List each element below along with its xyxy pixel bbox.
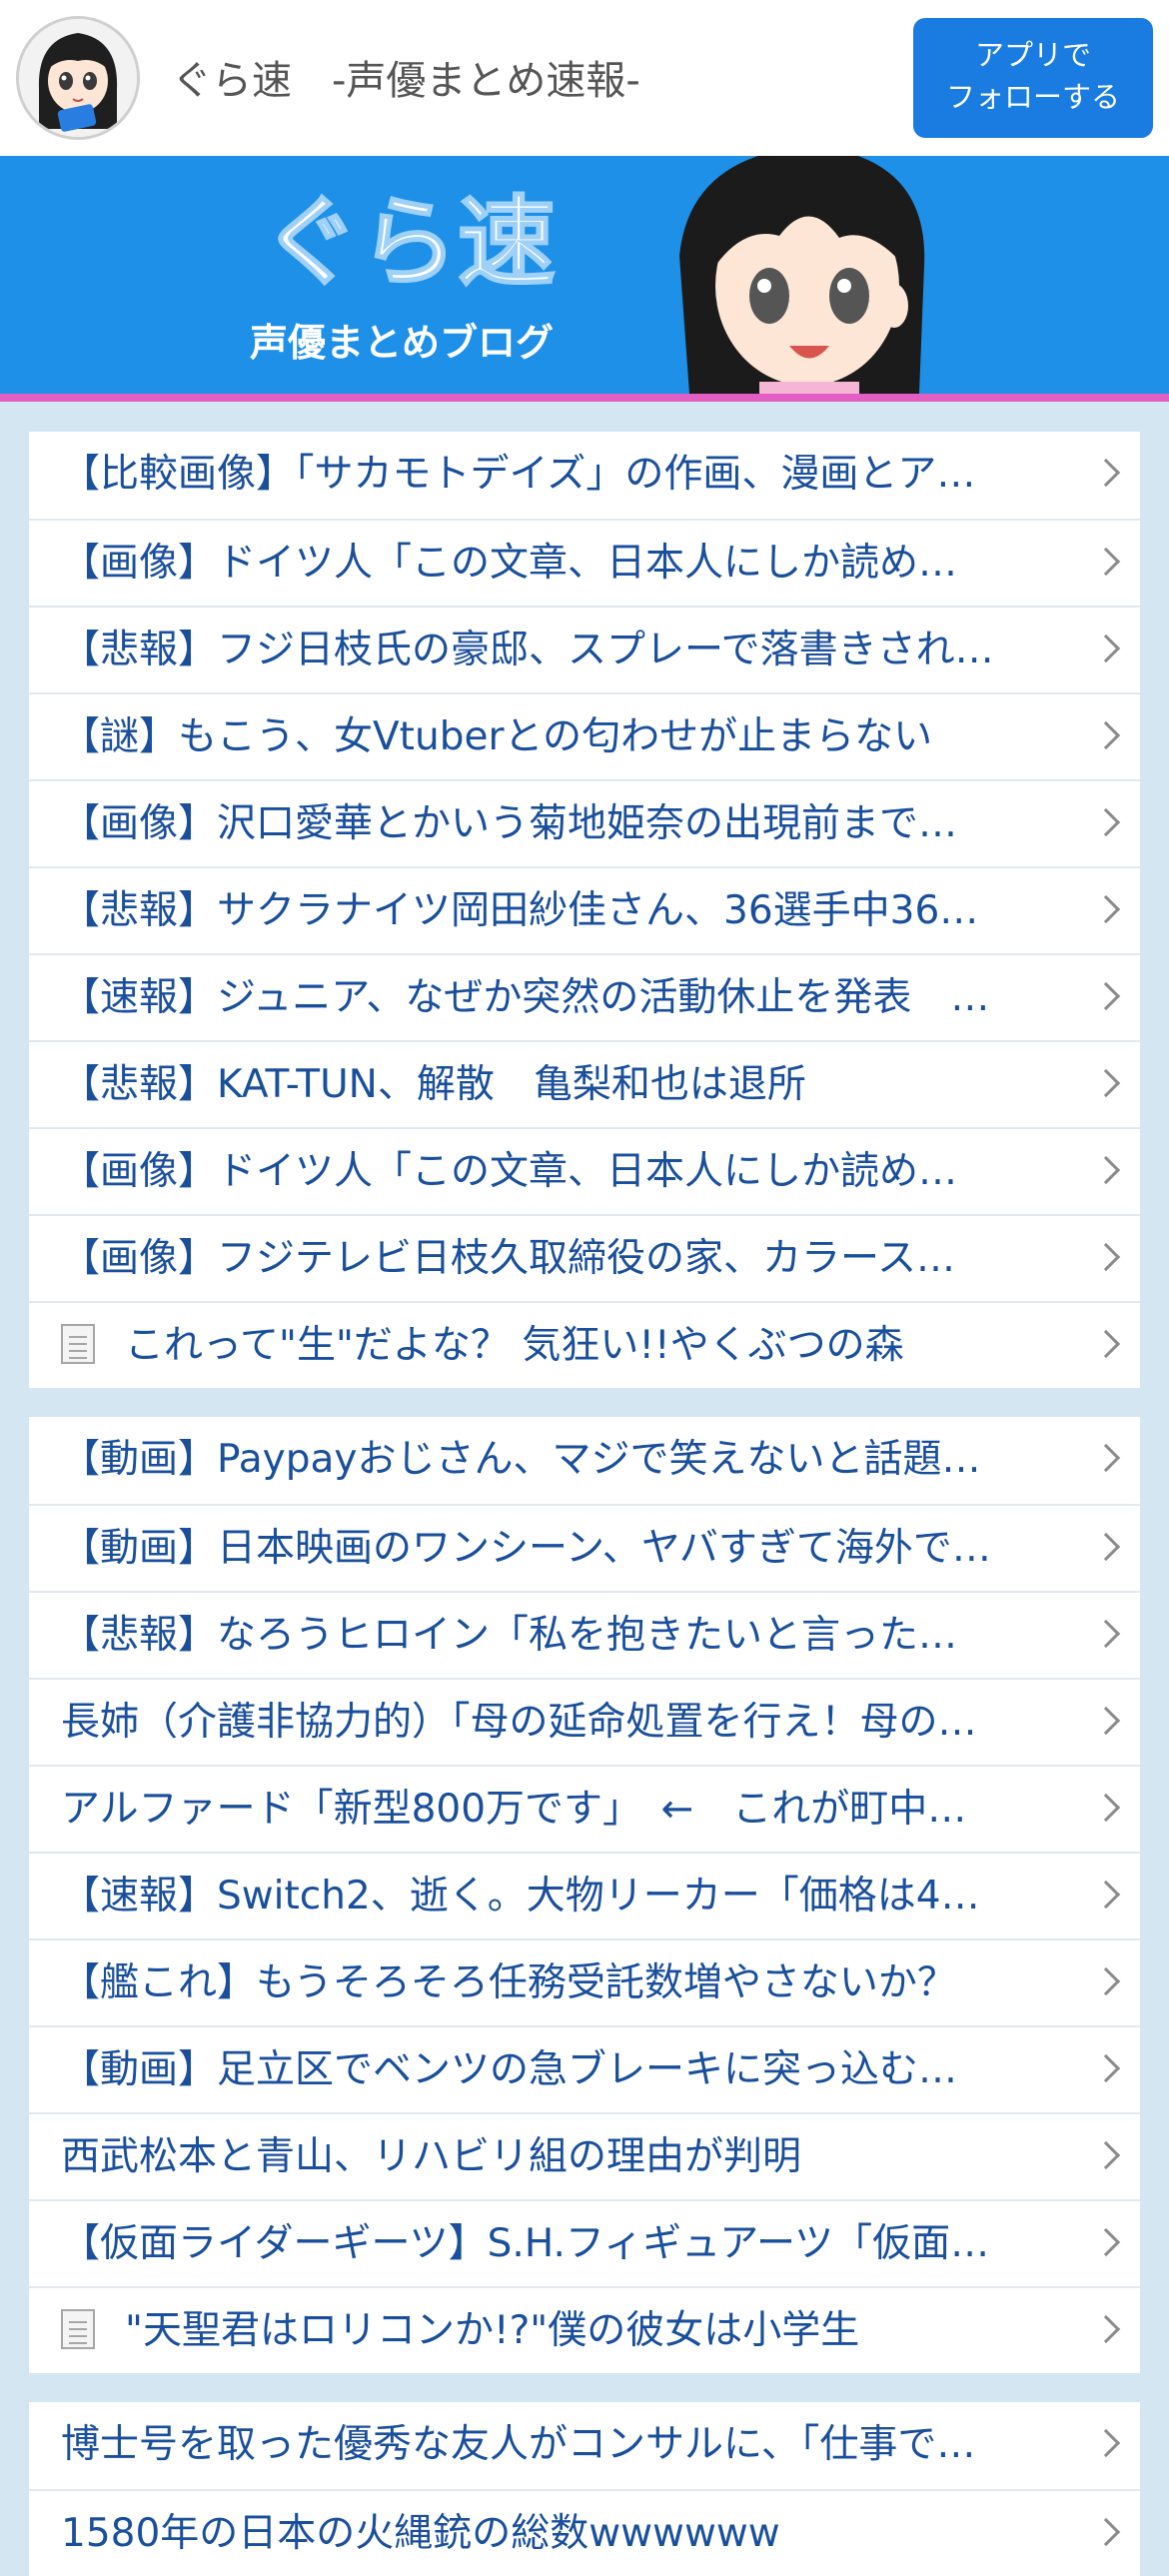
chevron-right-icon [1091,1706,1121,1736]
follow-in-app-button[interactable]: アプリで フォローする [913,18,1153,138]
article-title: 【画像】ドイツ人「この文章、日本人にしか読め… [61,1149,958,1194]
article-link[interactable]: 【悲報】なろうヒロイン「私を抱きたいと言った… [29,1591,1140,1678]
chevron-right-icon [1091,2428,1121,2458]
article-title: 【悲報】サクラナイツ岡田紗佳さん、36選手中36… [61,888,979,933]
article-link[interactable]: 【悲報】サクラナイツ岡田紗佳さん、36選手中36… [29,866,1140,953]
article-link[interactable]: 【謎】もこう、女Vtuberとの匂わせが止まらない [29,692,1140,779]
article-title: 【悲報】フジ日枝氏の豪邸、スプレーで落書きされ… [61,628,994,672]
article-link[interactable]: 【速報】Switch2、逝く。大物リーカー「価格は4… [29,1852,1140,1938]
article-link[interactable]: これって"生"だよな？ 気狂い!!やくぶつの森 [29,1301,1140,1388]
article-title: "天聖君はロリコンか!?"僕の彼女は小学生 [125,2308,860,2353]
chevron-right-icon [1091,1793,1121,1823]
article-link[interactable]: 【仮面ライダーギーツ】S.H.フィギュアーツ「仮面… [29,2199,1140,2286]
article-title: 【速報】Switch2、逝く。大物リーカー「価格は4… [61,1874,980,1919]
chevron-right-icon [1091,2053,1121,2083]
article-link[interactable]: 【速報】ジュニア、なぜか突然の活動休止を発表 … [29,953,1140,1040]
chevron-right-icon [1091,894,1121,924]
chevron-right-icon [1091,2227,1121,2257]
chevron-right-icon [1091,2517,1121,2547]
article-link[interactable]: 【画像】沢口愛華とかいう菊地姫奈の出現前まで… [29,779,1140,866]
follow-button-line1: アプリで [974,38,1091,72]
article-title: 西武松本と青山、リハビリ組の理由が判明 [61,2134,802,2179]
article-link[interactable]: 長姉（介護非協力的）「母の延命処置を行え！母の… [29,1678,1140,1765]
chevron-right-icon [1091,981,1121,1011]
banner-logo-sub: 声優まとめブログ [250,321,554,365]
article-title: 【画像】ドイツ人「この文章、日本人にしか読め… [61,541,958,586]
article-link[interactable]: 【動画】日本映画のワンシーン、ヤバすぎて海外で… [29,1504,1140,1591]
article-title: 【悲報】KAT-TUN、解散 亀梨和也は退所 [61,1062,806,1107]
chevron-right-icon [1091,1880,1121,1910]
chevron-right-icon [1091,807,1121,837]
article-link[interactable]: 【悲報】フジ日枝氏の豪邸、スプレーで落書きされ… [29,606,1140,692]
article-link[interactable]: アルファード「新型800万です」 ← これが町中… [29,1765,1140,1852]
article-link[interactable]: "天聖君はロリコンか!?"僕の彼女は小学生 [29,2286,1140,2373]
article-link[interactable]: 【画像】ドイツ人「この文章、日本人にしか読め… [29,519,1140,606]
chevron-right-icon [1091,1242,1121,1272]
article-title: 【謎】もこう、女Vtuberとの匂わせが止まらない [61,714,933,759]
article-link[interactable]: 【動画】足立区でベンツの急ブレーキに突っ込む… [29,2025,1140,2112]
article-list-2: 【動画】Paypayおじさん、マジで笑えないと話題… 【動画】日本映画のワンシーン… [29,1417,1140,2373]
chevron-right-icon [1091,1329,1121,1359]
article-title: 長姉（介護非協力的）「母の延命処置を行え！母の… [61,1700,977,1745]
article-title: アルファード「新型800万です」 ← これが町中… [61,1787,967,1832]
chevron-right-icon [1091,2140,1121,2170]
chevron-right-icon [1091,2314,1121,2344]
document-icon [61,2308,95,2349]
article-title: 【画像】沢口愛華とかいう菊地姫奈の出現前まで… [61,801,958,846]
banner-logo-main: ぐら速 [262,186,556,300]
document-icon [61,1323,95,1364]
article-title: 【悲報】なろうヒロイン「私を抱きたいと言った… [61,1613,958,1658]
article-title: 【艦これ】もうそろそろ任務受託数増やさないか？ [61,1960,956,2005]
chevron-right-icon [1091,1068,1121,1098]
chevron-right-icon [1091,1155,1121,1185]
article-link[interactable]: 1580年の日本の火縄銃の総数wwwwww [29,2489,1140,2576]
article-title: 【仮面ライダーギーツ】S.H.フィギュアーツ「仮面… [61,2221,990,2266]
banner-mascot-illustration [679,156,925,394]
follow-button-line2: フォローする [945,80,1120,114]
article-title: 【動画】Paypayおじさん、マジで笑えないと話題… [61,1437,981,1482]
article-link[interactable]: 【動画】Paypayおじさん、マジで笑えないと話題… [29,1417,1140,1504]
article-link[interactable]: 【比較画像】「サカモトデイズ」の作画、漫画とア… [29,432,1140,519]
article-title: 【速報】ジュニア、なぜか突然の活動休止を発表 … [61,975,990,1020]
chevron-right-icon [1091,1443,1121,1473]
chevron-right-icon [1091,1619,1121,1649]
banner-underline [0,394,1169,402]
article-link[interactable]: 西武松本と青山、リハビリ組の理由が判明 [29,2112,1140,2199]
app-header: ぐら速 -声優まとめ速報- アプリで フォローする [0,0,1169,156]
chevron-right-icon [1091,720,1121,750]
article-link[interactable]: 【悲報】KAT-TUN、解散 亀梨和也は退所 [29,1040,1140,1127]
article-link[interactable]: 【艦これ】もうそろそろ任務受託数増やさないか？ [29,1938,1140,2025]
site-banner[interactable]: ぐら速 声優まとめブログ [0,156,1169,394]
site-avatar[interactable] [16,16,140,140]
article-title: 【動画】日本映画のワンシーン、ヤバすぎて海外で… [61,1526,991,1571]
article-title: 【動画】足立区でベンツの急ブレーキに突っ込む… [61,2047,958,2092]
article-link[interactable]: 【画像】フジテレビ日枝久取締役の家、カラース… [29,1214,1140,1301]
article-title: 博士号を取った優秀な友人がコンサルに、「仕事で… [61,2422,976,2467]
article-title: 【比較画像】「サカモトデイズ」の作画、漫画とア… [61,452,976,497]
article-link[interactable]: 博士号を取った優秀な友人がコンサルに、「仕事で… [29,2402,1140,2489]
article-link[interactable]: 【画像】ドイツ人「この文章、日本人にしか読め… [29,1127,1140,1214]
chevron-right-icon [1091,547,1121,577]
article-title: これって"生"だよな？ 気狂い!!やくぶつの森 [125,1323,904,1368]
site-title[interactable]: ぐら速 -声優まとめ速報- [172,48,640,106]
chevron-right-icon [1091,634,1121,663]
article-title: 【画像】フジテレビ日枝久取締役の家、カラース… [61,1236,956,1281]
chevron-right-icon [1091,1532,1121,1562]
article-list-1: 【比較画像】「サカモトデイズ」の作画、漫画とア… 【画像】ドイツ人「この文章、日本… [29,432,1140,1388]
article-title: 1580年の日本の火縄銃の総数wwwwww [61,2511,780,2556]
chevron-right-icon [1091,1966,1121,1996]
article-list-3: 博士号を取った優秀な友人がコンサルに、「仕事で… 1580年の日本の火縄銃の総数w… [29,2402,1140,2576]
chevron-right-icon [1091,458,1121,488]
